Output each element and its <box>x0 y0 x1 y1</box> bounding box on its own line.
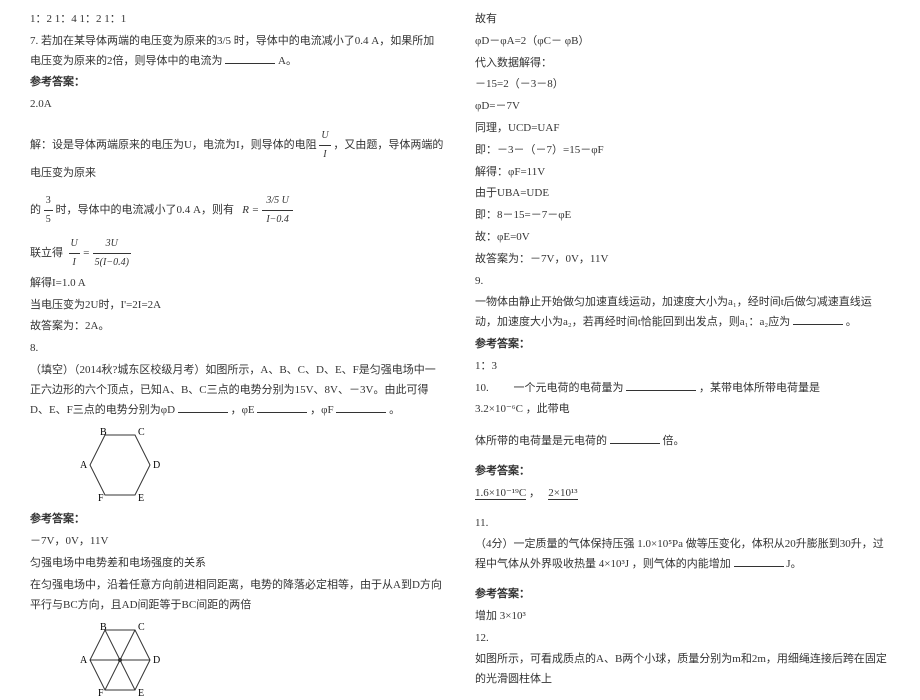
question-11-num: 11. <box>475 514 890 534</box>
q11-c: ，则气体的内能增加 <box>632 558 731 570</box>
question-7: 7. 若加在某导体两端的电压变为原来的3/5 时，导体中的电流减小了0.4 A，… <box>30 32 445 72</box>
a10-a: 1.6×10⁻¹⁹C <box>475 487 526 500</box>
q7-unit: A。 <box>278 55 297 67</box>
q8-blank1 <box>178 401 228 413</box>
frac-complex: 3/5 U I−0.4 <box>262 192 294 229</box>
r2: φD－φA=2（φC－ φB） <box>475 32 890 52</box>
q11-blank <box>734 555 784 567</box>
question-10: 10. 一个元电荷的电荷量为 ，某带电体所带电荷量是 <box>475 379 890 399</box>
a11-b: 3×10³ <box>500 610 526 622</box>
a11: 增加 3×10³ <box>475 607 890 627</box>
frac-r-ui: UI <box>319 127 330 164</box>
equals: = <box>82 247 92 259</box>
q10-d: 体所带的电荷量是元电荷的 <box>475 435 607 447</box>
question-12-num: 12. <box>475 629 890 649</box>
question-10-line3: 体所带的电荷量是元电荷的 倍。 <box>475 432 890 452</box>
q8-f: ，φF <box>310 404 333 416</box>
r10: 即：8－15=－7－φE <box>475 206 890 226</box>
a7-exp3: 联立得 <box>30 247 63 259</box>
r11: 故：φE=0V <box>475 228 890 248</box>
q11-val2: 4×10³J <box>599 558 629 570</box>
r5: φD=－7V <box>475 97 890 117</box>
q8-e: ，φE <box>231 404 255 416</box>
a11-a: 增加 <box>475 610 497 622</box>
hex2-label-a: A <box>80 655 88 666</box>
q10-c: ，此带电 <box>526 403 570 415</box>
hex-label-f: F <box>98 493 104 504</box>
hex2-label-d: D <box>153 655 160 666</box>
question-9-text: 一物体由静止开始做匀加速直线运动，加速度大小为a₁，经时间t后做匀减速直线运动，… <box>475 293 890 333</box>
question-11-text: （4分）一定质量的气体保持压强 1.0×10⁵Pa 做等压变化，体积从20升膨胀… <box>475 535 890 575</box>
a7-exp1a: 解：设是导体两端原来的电压为U，电流为I，则导体的电阻 <box>30 139 317 151</box>
a8-val: －7V，0V，11V <box>30 532 445 552</box>
question-12-text: 如图所示，可看成质点的A、B两个小球，质量分别为m和2m，用细绳连接后跨在固定的… <box>475 650 890 690</box>
hex2-label-f: F <box>98 688 104 699</box>
answer-label-8: 参考答案： <box>30 510 445 530</box>
answer-label-9: 参考答案： <box>475 335 890 355</box>
q9-end: 。 <box>846 316 857 328</box>
question-10-line2: 3.2×10⁻⁶C ，此带电 <box>475 400 890 420</box>
r9: 由于UBA=UDE <box>475 184 890 204</box>
hexagon-diagram-2: B C D E F A <box>70 620 170 700</box>
q10-e: 倍。 <box>663 435 685 447</box>
r7: 即：－3－（－7）=15－φF <box>475 141 890 161</box>
r3: 代入数据解得： <box>475 54 890 74</box>
a7-val: 2.0A <box>30 95 445 115</box>
a10: 1.6×10⁻¹⁹C ， 2×10¹³ <box>475 484 890 504</box>
q11-a: （4分）一定质量的气体保持压强 <box>475 538 635 550</box>
q10-a: 10. 一个元电荷的电荷量为 <box>475 382 624 394</box>
hex-label-d: D <box>153 460 160 471</box>
frac-eq: UI <box>69 235 80 272</box>
q10-val: 3.2×10⁻⁶C <box>475 403 523 415</box>
hexagon-diagram-1: B C D E F A <box>70 425 170 505</box>
r12: 故答案为：－7V，0V，11V <box>475 250 890 270</box>
frac-35: 35 <box>44 192 53 229</box>
q10-blank1 <box>626 379 696 391</box>
question-8-num: 8. <box>30 339 445 359</box>
a7-exp2a: 的 <box>30 204 41 216</box>
a8-explain-2: 在匀强电场中，沿着任意方向前进相同距离，电势的降落必定相等，由于从A到D方向平行… <box>30 576 445 616</box>
question-8-text: （填空）（2014秋?城东区校级月考）如图所示，A、B、C、D、E、F是匀强电场… <box>30 361 445 420</box>
a9-val: 1：3 <box>475 357 890 377</box>
hex-label-e: E <box>138 493 144 504</box>
hex-label-b: B <box>100 427 107 438</box>
left-column: 1：2 1：4 1：2 1：1 7. 若加在某导体两端的电压变为原来的3/5 时… <box>15 10 460 641</box>
right-column: 故有 φD－φA=2（φC－ φB） 代入数据解得： －15=2（－3－8） φ… <box>460 10 905 641</box>
line-ratio: 1：2 1：4 1：2 1：1 <box>30 10 445 30</box>
q11-val1: 1.0×10⁵Pa <box>637 538 683 550</box>
a7-explain-4: 解得I=1.0 A <box>30 274 445 294</box>
q7-blank <box>225 52 275 64</box>
q8-blank3 <box>336 401 386 413</box>
a7-explain-2: 的 35 时，导体中的电流减小了0.4 A，则有 R = 3/5 U I−0.4 <box>30 192 445 229</box>
r1: 故有 <box>475 10 890 30</box>
hex2-label-e: E <box>138 688 144 699</box>
frac-eq2: 3U 5(I−0.4) <box>93 235 131 272</box>
q11-d: J。 <box>786 558 801 570</box>
a10-b: 2×10¹³ <box>548 487 577 500</box>
a8-explain-1: 匀强电场中电势差和电场强度的关系 <box>30 554 445 574</box>
a7-explain-1: 解：设是导体两端原来的电压为U，电流为I，则导体的电阻 UI ，又由题，导体两端… <box>30 127 445 184</box>
hex-label-a: A <box>80 460 88 471</box>
formula-r2: R = <box>242 204 262 216</box>
answer-label-7: 参考答案： <box>30 73 445 93</box>
r4: －15=2（－3－8） <box>475 75 890 95</box>
hex-label-c: C <box>138 427 145 438</box>
q10-b: ，某带电体所带电荷量是 <box>699 382 820 394</box>
a7-exp2b: 时，导体中的电流减小了0.4 A，则有 <box>56 204 234 216</box>
a7-explain-5: 当电压变为2U时，I'=2I=2A <box>30 296 445 316</box>
answer-label-11: 参考答案： <box>475 585 890 605</box>
question-9-num: 9. <box>475 272 890 292</box>
a10-sep: ， <box>529 487 540 499</box>
q10-blank2 <box>610 432 660 444</box>
q8-blank2 <box>257 401 307 413</box>
hex2-label-c: C <box>138 622 145 633</box>
r6: 同理，UCD=UAF <box>475 119 890 139</box>
a7-explain-6: 故答案为：2A。 <box>30 317 445 337</box>
q9-blank <box>793 313 843 325</box>
answer-label-10: 参考答案： <box>475 462 890 482</box>
q8-end: 。 <box>389 404 400 416</box>
r8: 解得：φF=11V <box>475 163 890 183</box>
a7-explain-3: 联立得 UI = 3U 5(I−0.4) <box>30 235 445 272</box>
hex2-label-b: B <box>100 622 107 633</box>
